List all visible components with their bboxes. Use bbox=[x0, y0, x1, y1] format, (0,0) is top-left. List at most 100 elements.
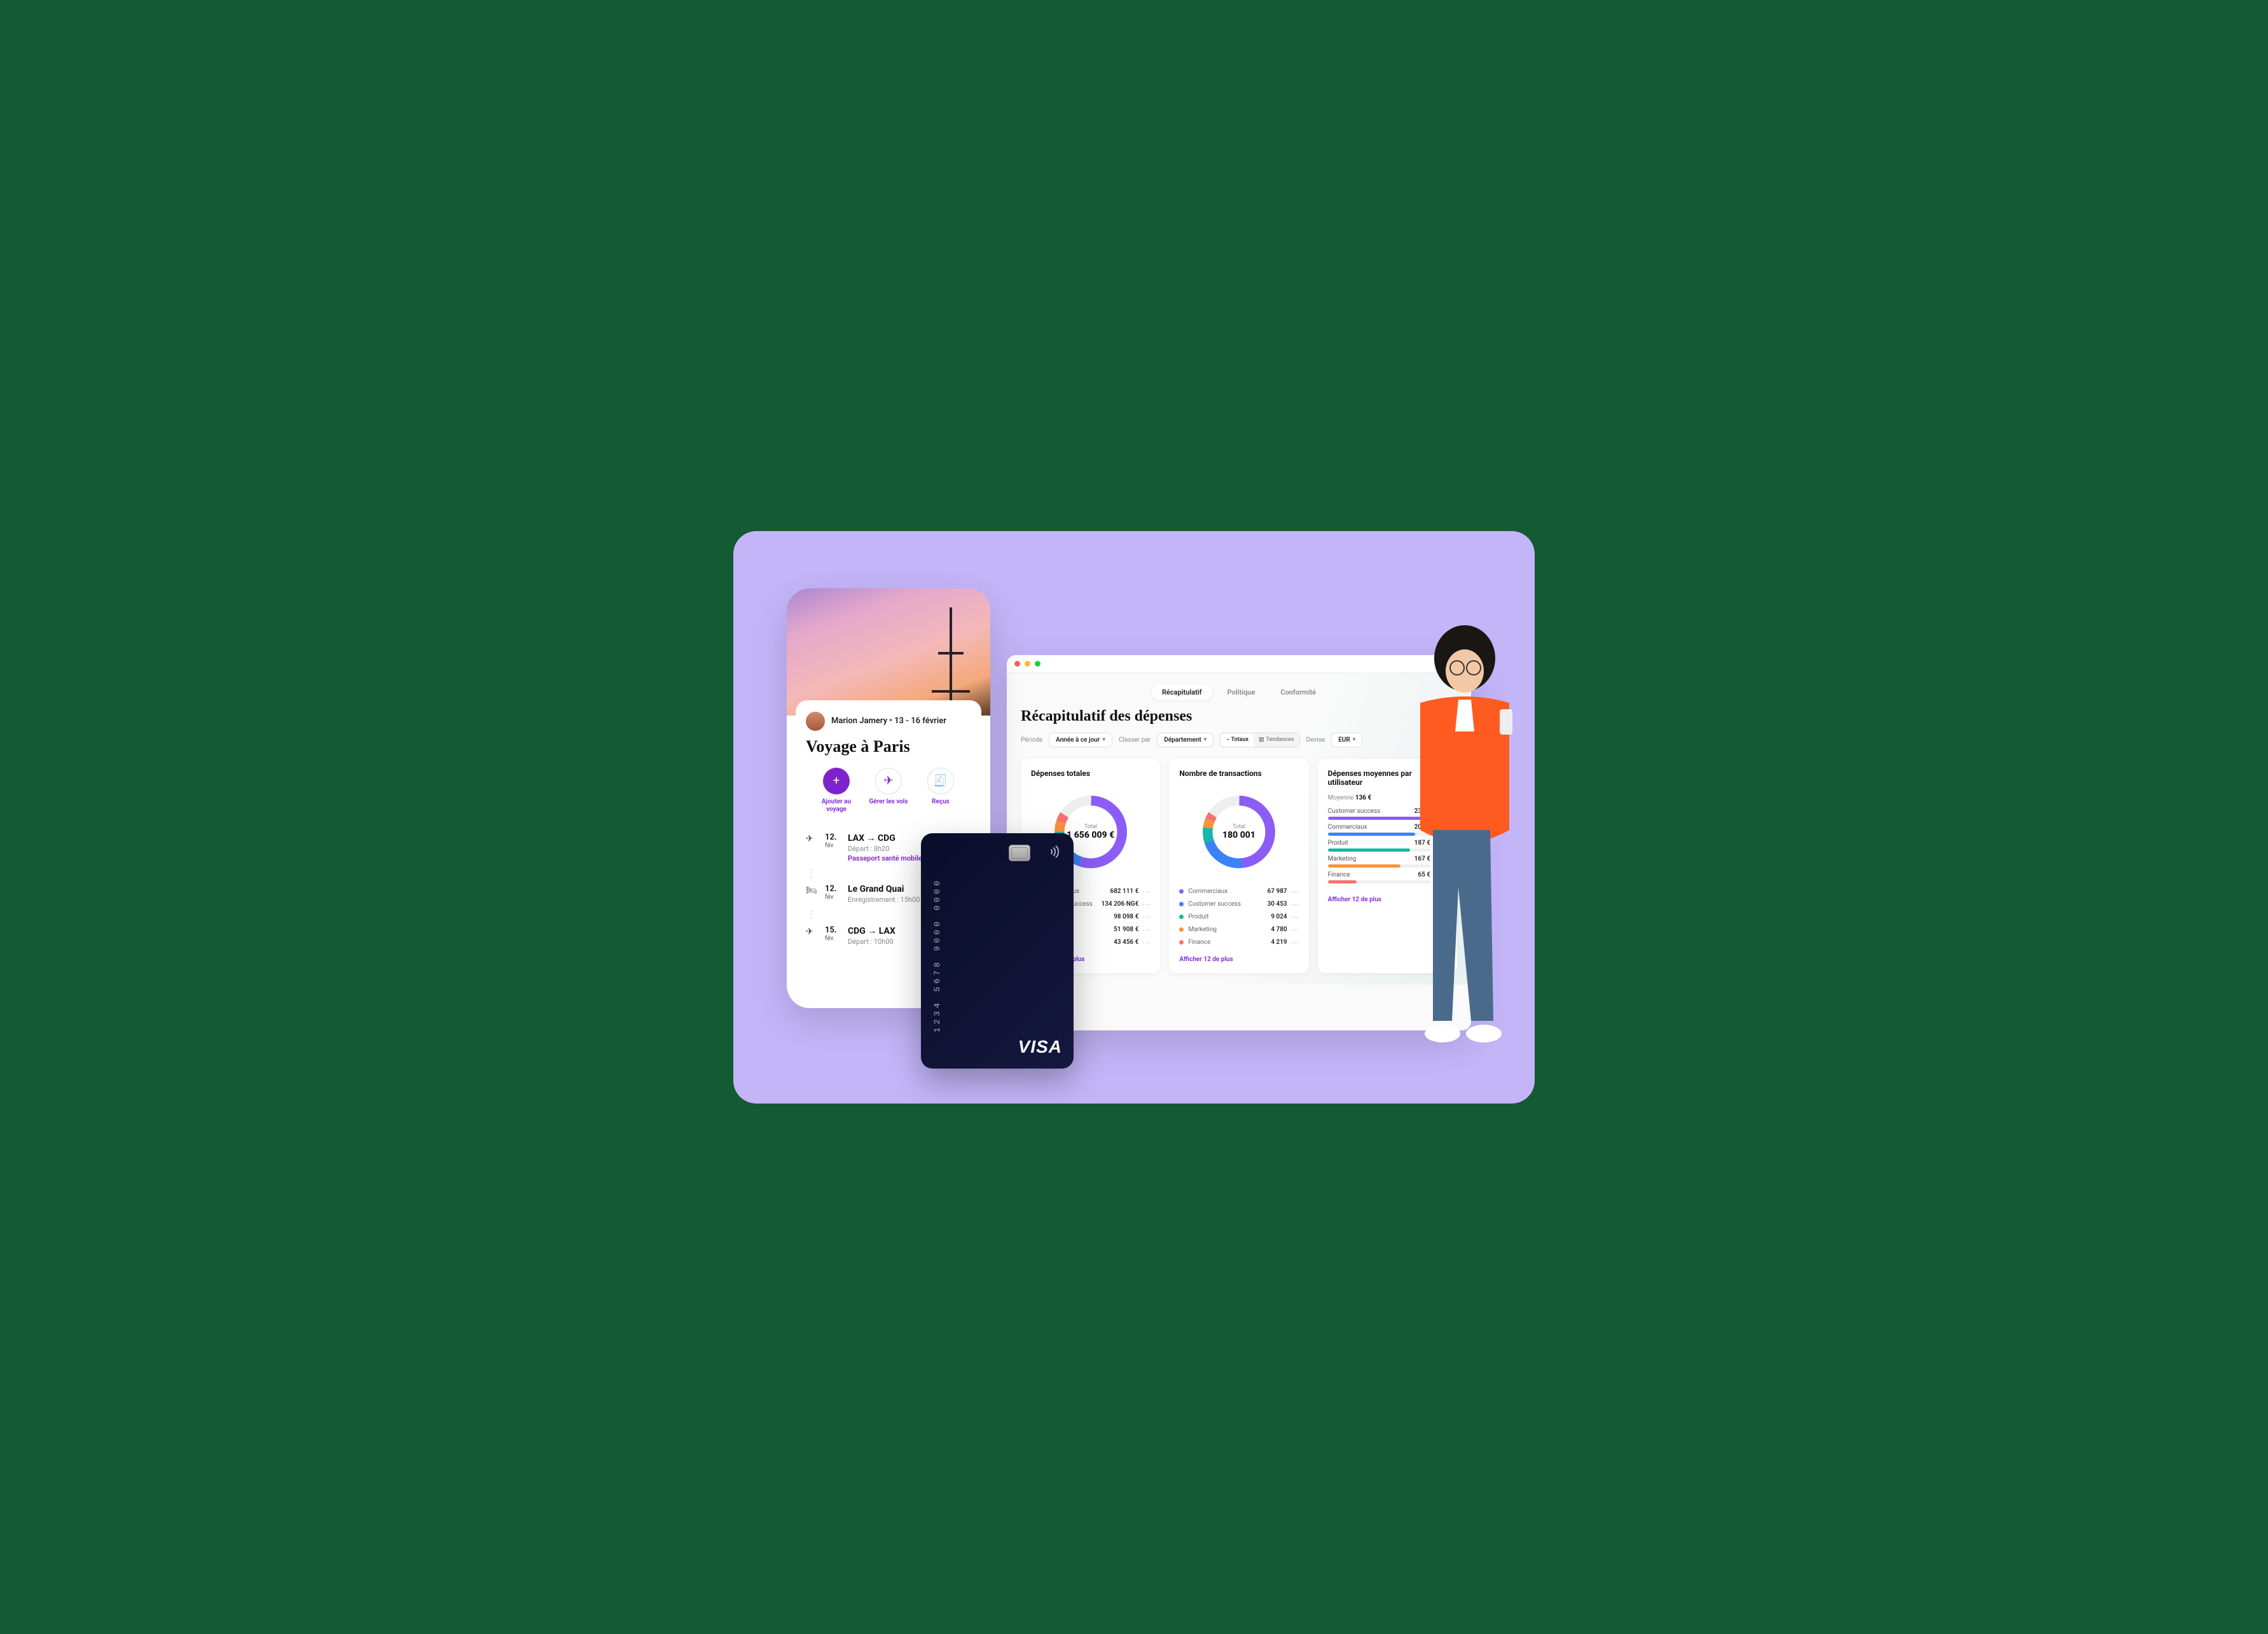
tab-compliance[interactable]: Conformité bbox=[1270, 684, 1326, 700]
add-to-trip-button[interactable]: + Ajouter au voyage bbox=[811, 768, 862, 814]
legend-value: 4 219 bbox=[1271, 939, 1287, 946]
legend-value: 682 111 € bbox=[1110, 888, 1138, 895]
more-icon[interactable]: ⋯ bbox=[1439, 857, 1447, 866]
trip-user-meta: Marion Jamery • 13 - 16 février bbox=[831, 716, 946, 726]
more-icon[interactable]: ⋯ bbox=[1142, 900, 1150, 909]
chevron-down-icon: ▾ bbox=[1353, 737, 1356, 743]
more-icon[interactable]: ⋯ bbox=[1291, 913, 1299, 922]
more-icon[interactable]: ⋯ bbox=[1291, 887, 1299, 896]
legend-name: Finance bbox=[1188, 939, 1271, 946]
trends-toggle[interactable]: ▥ Tendances bbox=[1254, 733, 1299, 747]
color-swatch bbox=[1179, 889, 1184, 894]
bar-row: Commerciaux 200 € ⋯ bbox=[1328, 824, 1447, 836]
color-swatch bbox=[1179, 915, 1184, 919]
card-number: 1234 5678 9000 0000 bbox=[932, 878, 942, 1032]
bar-value: 187 € bbox=[1414, 840, 1430, 847]
more-icon[interactable]: ⋯ bbox=[1142, 913, 1150, 922]
tab-policy[interactable]: Politique bbox=[1217, 684, 1266, 700]
transactions-card: Nombre de transactions Total 180 bbox=[1169, 759, 1308, 973]
bar-value: 234 € bbox=[1414, 808, 1430, 815]
show-more-link[interactable]: Afficher 12 de plus bbox=[1179, 956, 1298, 963]
stat-cards-row: Dépenses totales Total 1 656 009 bbox=[1021, 759, 1457, 973]
maximize-dot-icon[interactable] bbox=[1035, 661, 1041, 667]
currency-value: EUR bbox=[1338, 737, 1350, 744]
hotel-icon: 🛏 bbox=[806, 884, 817, 896]
main-tabs: Récapitulatif Politique Conformité bbox=[1021, 684, 1457, 700]
donut-chart-icon: ◔ bbox=[1226, 737, 1229, 744]
bar-row: Produit 187 € ⋯ bbox=[1328, 840, 1447, 852]
page-title: Récapitulatif des dépenses bbox=[1021, 708, 1457, 725]
donut-center-label: Total bbox=[1084, 824, 1097, 830]
receipts-label: Reçus bbox=[932, 798, 950, 806]
card-brand: VISA bbox=[932, 1037, 1062, 1057]
group-select[interactable]: Département ▾ bbox=[1157, 733, 1214, 747]
bar-value: 65 € bbox=[1418, 871, 1430, 878]
more-icon[interactable]: ⋯ bbox=[1142, 925, 1150, 934]
dashboard: Récapitulatif Politique Conformité Récap… bbox=[1007, 673, 1471, 985]
receipts-button[interactable]: 🧾 Reçus bbox=[915, 768, 966, 814]
manage-flights-button[interactable]: ✈ Gérer les vols bbox=[863, 768, 914, 814]
more-icon[interactable]: ⋯ bbox=[1291, 900, 1299, 909]
avg-user-card: Dépenses moyennes par utilisateur Moyenn… bbox=[1318, 759, 1457, 973]
color-swatch bbox=[1179, 927, 1184, 932]
legend-name: Commerciaux bbox=[1188, 888, 1267, 895]
itin-date: 12.fév bbox=[825, 884, 840, 902]
bar-track bbox=[1328, 817, 1430, 820]
bar-name: Finance bbox=[1328, 871, 1350, 878]
trends-label: Tendances bbox=[1266, 737, 1294, 743]
average-line: Moyenne 136 € bbox=[1328, 794, 1447, 801]
bar-row: Customer success234 €⋯ bbox=[1328, 808, 1447, 820]
bar-name: Commerciaux bbox=[1328, 824, 1367, 831]
more-icon[interactable]: ⋯ bbox=[1291, 925, 1299, 934]
more-icon[interactable]: ⋯ bbox=[1142, 887, 1150, 896]
more-icon[interactable]: ⋯ bbox=[1439, 809, 1447, 818]
avatar bbox=[806, 712, 825, 731]
bar-value: 167 € bbox=[1414, 855, 1430, 862]
donut-center-label: Total bbox=[1233, 824, 1245, 830]
period-select[interactable]: Année à ce jour ▾ bbox=[1049, 733, 1112, 747]
legend-value: 98 098 € bbox=[1114, 913, 1138, 920]
legend-row: Finance4 219 ⋯ bbox=[1179, 938, 1298, 947]
avg-user-bars: Customer success234 €⋯Commerciaux200 €⋯P… bbox=[1328, 808, 1447, 887]
plane-icon: ✈ bbox=[806, 925, 817, 937]
more-icon[interactable]: ⋯ bbox=[1291, 938, 1299, 947]
contactless-icon bbox=[1048, 845, 1062, 861]
avg-value: 136 € bbox=[1355, 794, 1371, 801]
bar-fill bbox=[1328, 833, 1415, 836]
close-dot-icon[interactable] bbox=[1014, 661, 1020, 667]
trip-user-row: Marion Jamery • 13 - 16 février bbox=[806, 712, 971, 731]
trip-dates: 13 - 16 février bbox=[894, 716, 946, 726]
card-title: Nombre de transactions bbox=[1179, 769, 1298, 778]
bar-name: Produit bbox=[1328, 840, 1348, 847]
bar-fill bbox=[1328, 848, 1410, 852]
user-name: Marion Jamery bbox=[831, 716, 887, 726]
bar-fill bbox=[1328, 817, 1430, 820]
currency-label: Devise bbox=[1306, 737, 1325, 744]
show-more-link[interactable]: Afficher 12 de plus bbox=[1328, 896, 1447, 903]
totals-toggle[interactable]: ◔ Totaux bbox=[1220, 733, 1254, 747]
currency-select[interactable]: EUR ▾ bbox=[1331, 733, 1362, 747]
more-icon[interactable]: ⋯ bbox=[1439, 825, 1447, 834]
group-label: Classer par bbox=[1119, 737, 1151, 744]
marketing-canvas: Marion Jamery • 13 - 16 février Voyage à… bbox=[733, 531, 1535, 1104]
more-icon[interactable]: ⋯ bbox=[1142, 938, 1150, 947]
card-title: Dépenses moyennes par utilisateur bbox=[1328, 769, 1447, 787]
bar-value: 200 € bbox=[1414, 824, 1430, 831]
legend-value: 43 456 € bbox=[1114, 939, 1138, 946]
receipt-icon: 🧾 bbox=[927, 768, 954, 794]
more-icon[interactable]: ⋯ bbox=[1439, 841, 1447, 850]
credit-card: 1234 5678 9000 0000 VISA bbox=[921, 833, 1074, 1069]
bar-name: Marketing bbox=[1328, 855, 1357, 862]
more-icon[interactable]: ⋯ bbox=[1439, 873, 1447, 882]
trip-actions: + Ajouter au voyage ✈ Gérer les vols 🧾 R… bbox=[806, 768, 971, 814]
period-label: Période bbox=[1021, 737, 1042, 744]
color-swatch bbox=[1179, 902, 1184, 906]
titlebar bbox=[1007, 655, 1471, 673]
totals-label: Totaux bbox=[1231, 737, 1248, 743]
chevron-down-icon: ▾ bbox=[1102, 737, 1105, 743]
bar-track bbox=[1328, 848, 1430, 852]
plane-icon: ✈ bbox=[806, 833, 817, 844]
minimize-dot-icon[interactable] bbox=[1025, 661, 1030, 667]
tab-recap[interactable]: Récapitulatif bbox=[1152, 684, 1212, 700]
bar-track bbox=[1328, 864, 1430, 868]
